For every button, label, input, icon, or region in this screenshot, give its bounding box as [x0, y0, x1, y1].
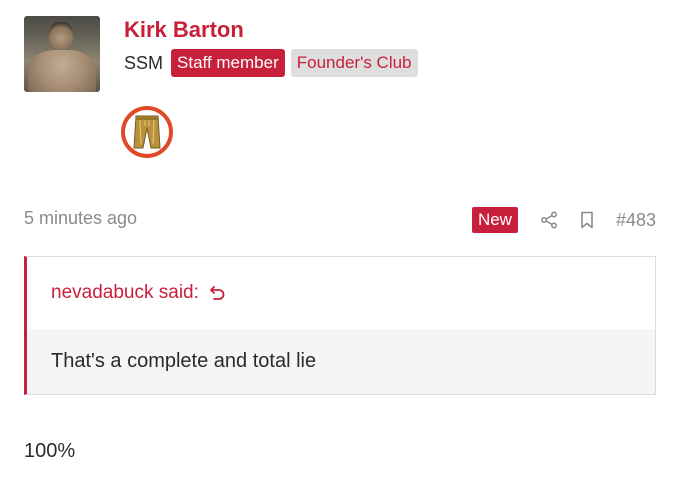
quote-header: nevadabuck said:: [27, 257, 655, 329]
share-icon[interactable]: [540, 211, 558, 229]
quote-author-link[interactable]: nevadabuck said:: [51, 282, 199, 304]
trophy-pants-icon[interactable]: [121, 106, 173, 158]
jump-back-icon[interactable]: [209, 284, 227, 302]
post-timestamp[interactable]: 5 minutes ago: [24, 208, 137, 229]
bookmark-icon[interactable]: [580, 211, 594, 229]
avatar-head: [48, 22, 74, 52]
user-title: SSM: [124, 52, 164, 73]
post-number-link[interactable]: #483: [616, 210, 656, 231]
post-message: 100%: [24, 440, 76, 462]
quote-text: That's a complete and total lie: [27, 329, 655, 394]
user-title-row: SSM Staff member Founder's Club: [124, 48, 418, 78]
avatar-torso: [28, 50, 96, 92]
username-link[interactable]: Kirk Barton: [124, 16, 244, 44]
post-meta-actions: New #483: [471, 206, 656, 234]
user-avatar[interactable]: [24, 16, 100, 92]
founders-club-banner: Founder's Club: [290, 49, 418, 77]
new-post-badge: New: [471, 207, 518, 233]
quote-block: nevadabuck said: That's a complete and t…: [24, 256, 656, 395]
staff-member-banner: Staff member: [171, 49, 285, 77]
